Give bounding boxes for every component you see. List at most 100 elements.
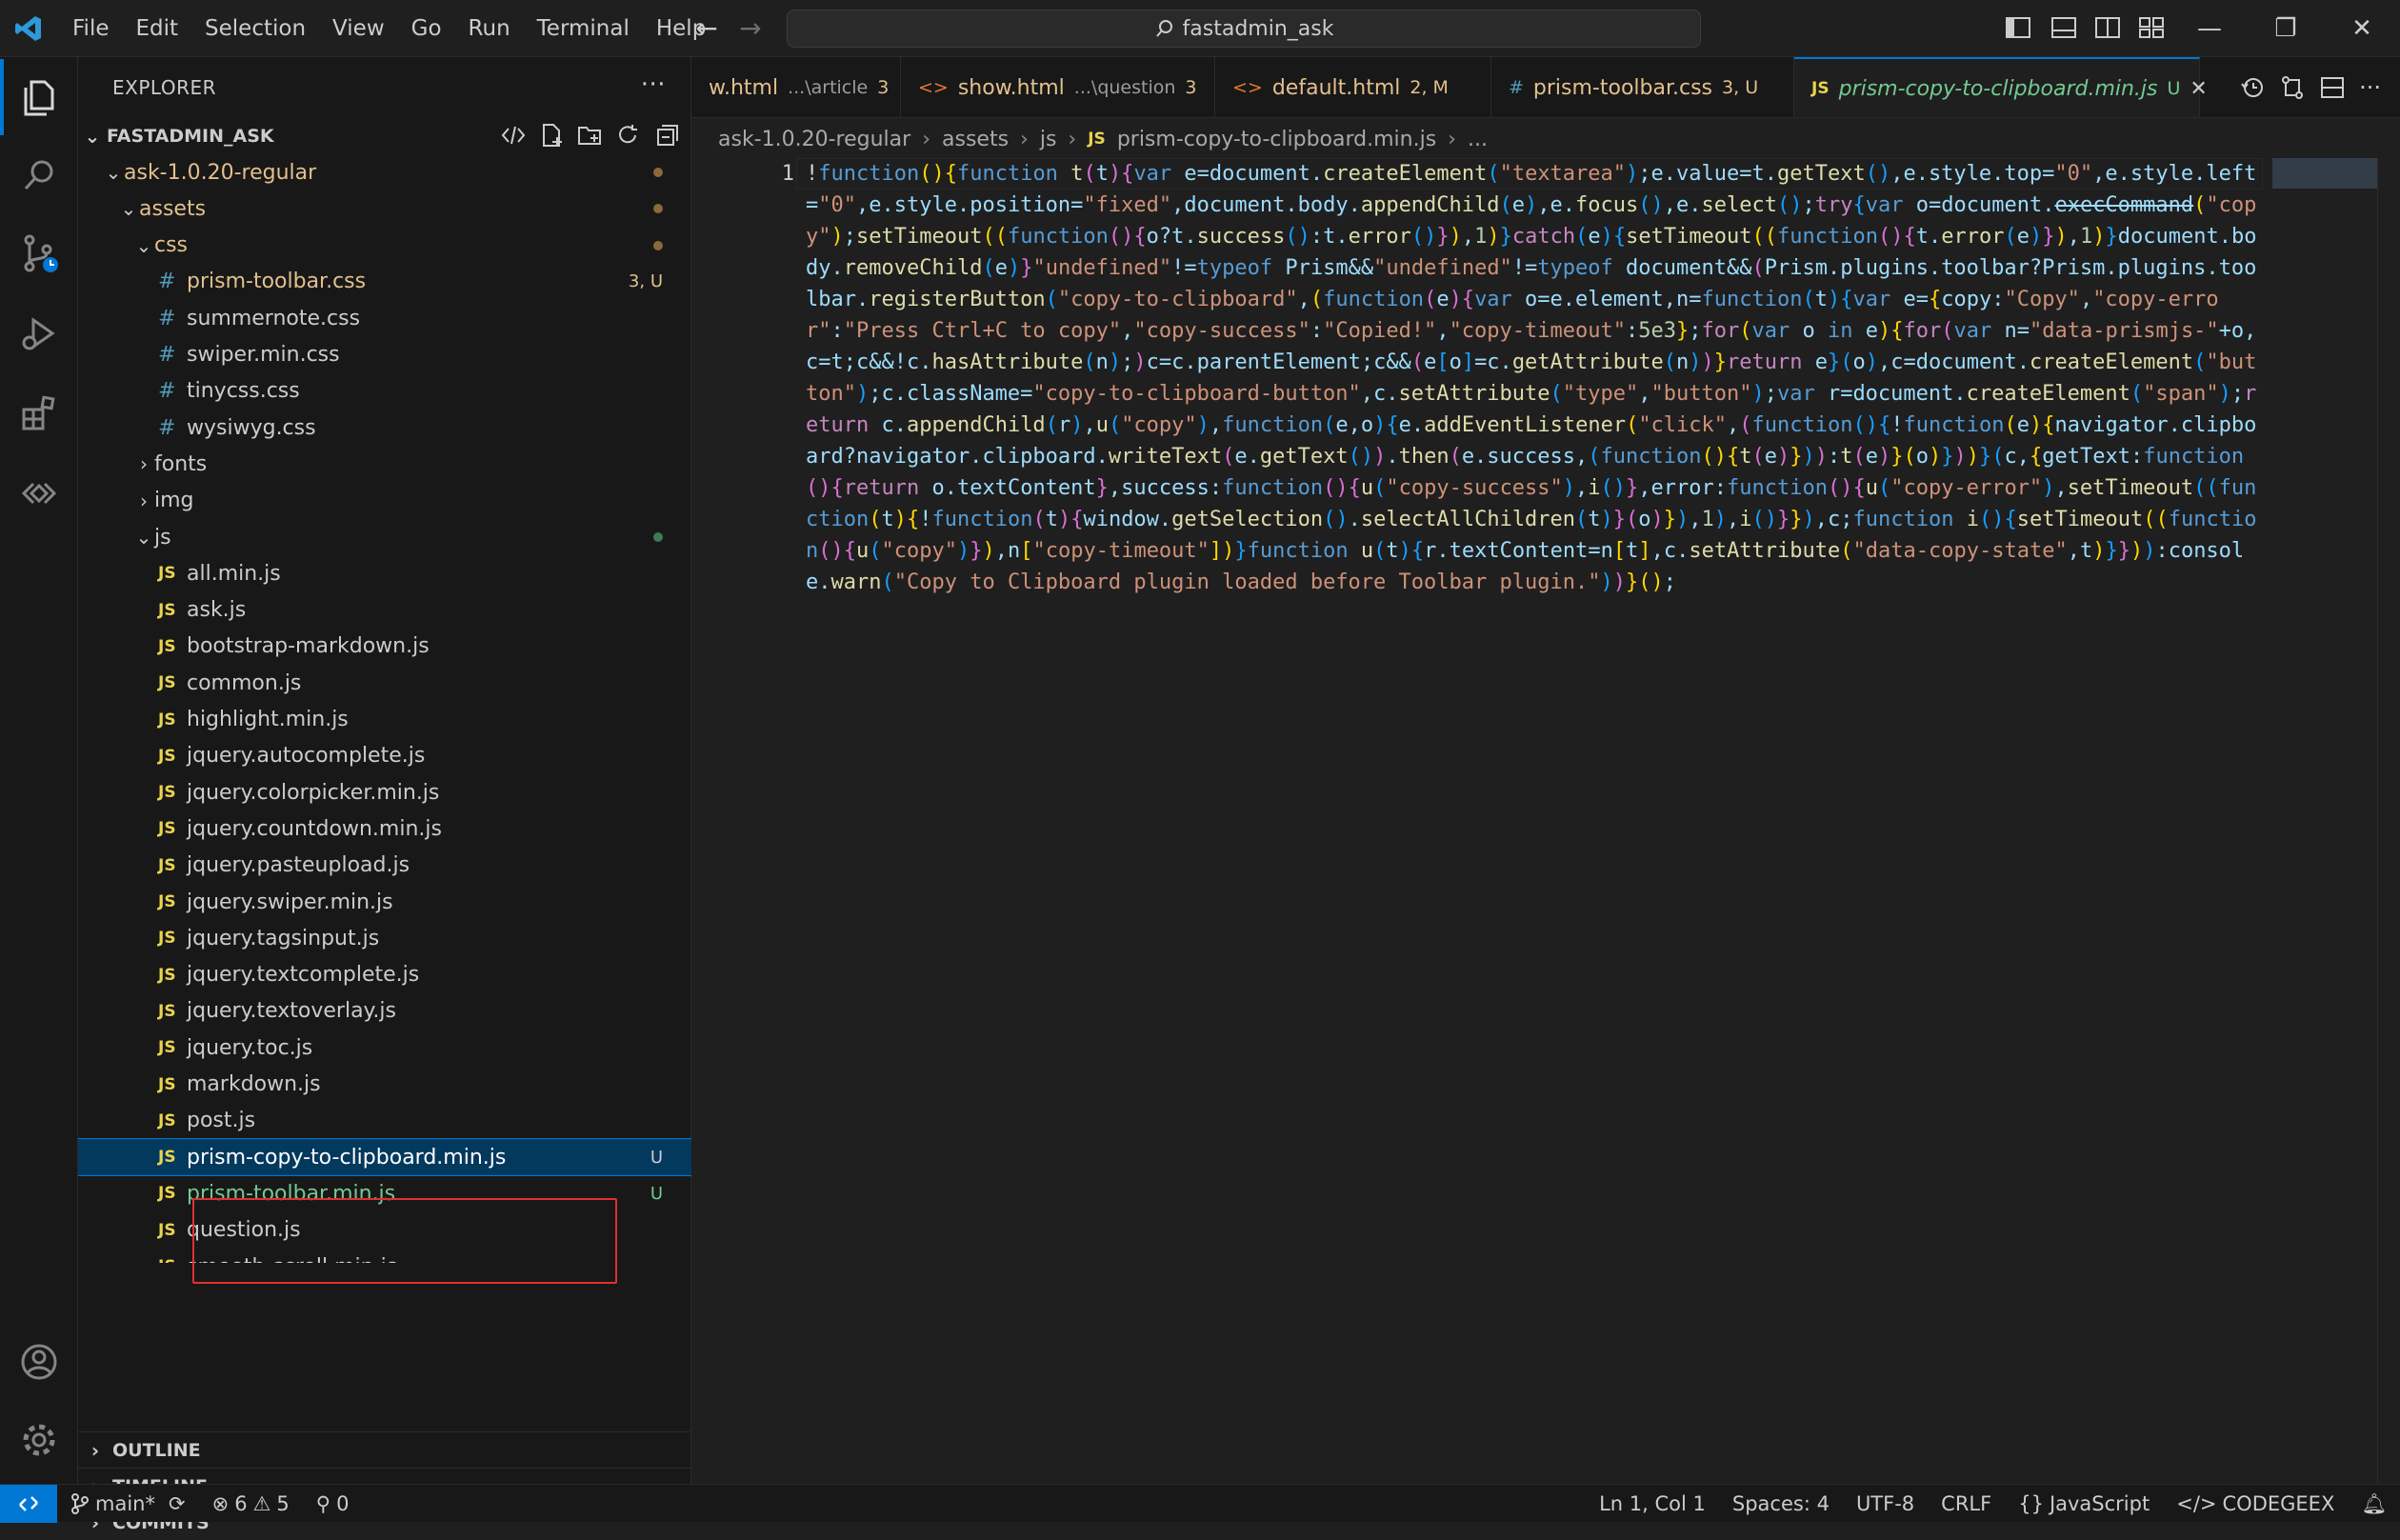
- collapse-all-icon[interactable]: [652, 122, 679, 149]
- menu-edit[interactable]: Edit: [123, 0, 192, 57]
- file-item[interactable]: JS prism-copy-to-clipboard.min.js U: [78, 1138, 691, 1177]
- remote-indicator[interactable]: [0, 1484, 57, 1523]
- branch-indicator[interactable]: main* ⟳: [57, 1492, 199, 1515]
- minimize-icon[interactable]: —: [2173, 0, 2246, 57]
- item-label: swiper.min.css: [187, 343, 340, 367]
- compare-changes-icon[interactable]: [2279, 74, 2306, 101]
- js-file-icon: JS: [158, 746, 176, 766]
- editor-scrollbar[interactable]: [2377, 158, 2400, 1484]
- codegeex-status[interactable]: </> CODEGEEX: [2163, 1492, 2348, 1515]
- notifications[interactable]: 🔔︎: [2348, 1492, 2400, 1516]
- file-item[interactable]: # tinycss.css: [78, 373, 691, 410]
- item-label: jquery.swiper.min.js: [187, 890, 393, 914]
- timeline-history-icon[interactable]: [2239, 74, 2266, 101]
- breadcrumb-item[interactable]: assets: [942, 128, 1009, 151]
- file-item[interactable]: JS jquery.countdown.min.js: [78, 810, 691, 847]
- file-item[interactable]: JS ask.js: [78, 592, 691, 629]
- file-item[interactable]: JS jquery.autocomplete.js: [78, 738, 691, 774]
- file-item[interactable]: JS highlight.min.js: [78, 702, 691, 738]
- workspace-root[interactable]: ⌄ FASTADMIN_ASK: [78, 118, 690, 154]
- menu-go[interactable]: Go: [398, 0, 455, 57]
- folder-item[interactable]: ⌄ js: [78, 519, 691, 555]
- file-item[interactable]: JS jquery.pasteupload.js: [78, 848, 691, 884]
- encoding[interactable]: UTF-8: [1843, 1492, 1928, 1515]
- more-actions-icon[interactable]: ···: [641, 70, 666, 99]
- file-item[interactable]: # swiper.min.css: [78, 337, 691, 373]
- tab-default-html[interactable]: <> default.html 2, M: [1215, 57, 1491, 117]
- file-item[interactable]: JS jquery.swiper.min.js: [78, 884, 691, 920]
- command-center[interactable]: fastadmin_ask: [787, 10, 1701, 48]
- menu-selection[interactable]: Selection: [191, 0, 319, 57]
- new-file-icon[interactable]: [538, 122, 565, 149]
- file-item[interactable]: # prism-toolbar.css 3, U: [78, 264, 691, 300]
- search-icon: [1155, 20, 1172, 37]
- tab-prism-copy-to-clipboard[interactable]: JS prism-copy-to-clipboard.min.js U ✕: [1794, 57, 2208, 117]
- restore-icon[interactable]: ❐: [2250, 0, 2322, 57]
- codegeex-icon[interactable]: [500, 122, 527, 149]
- run-debug-icon[interactable]: [0, 295, 78, 371]
- breadcrumb-item[interactable]: prism-copy-to-clipboard.min.js: [1117, 128, 1436, 151]
- breadcrumb-item[interactable]: ask-1.0.20-regular: [718, 128, 910, 151]
- line-number: 1: [781, 162, 794, 186]
- problems-indicator[interactable]: ⊗ 6 ⚠ 5: [199, 1492, 303, 1515]
- file-item[interactable]: JS jquery.colorpicker.min.js: [78, 774, 691, 810]
- file-item[interactable]: # summernote.css: [78, 300, 691, 336]
- code-editor[interactable]: 1 !function(){function t(t){var e=docume…: [691, 158, 2400, 1484]
- file-item[interactable]: JS jquery.textcomplete.js: [78, 957, 691, 993]
- menu-terminal[interactable]: Terminal: [524, 0, 643, 57]
- tab-w-html[interactable]: w.html ...\article 3: [691, 57, 901, 117]
- file-item[interactable]: JS jquery.textoverlay.js: [78, 993, 691, 1030]
- cursor-position[interactable]: Ln 1, Col 1: [1586, 1492, 1719, 1515]
- tab-show-html[interactable]: <> show.html ...\question 3: [901, 57, 1215, 117]
- toggle-sidebar-icon[interactable]: [2004, 13, 2032, 42]
- gear-icon[interactable]: [0, 1402, 78, 1478]
- toggle-secondary-sidebar-icon[interactable]: [2093, 13, 2122, 42]
- folder-item[interactable]: ⌄ ask-1.0.20-regular: [78, 154, 691, 190]
- search-icon[interactable]: [0, 137, 78, 213]
- remote-explorer-icon[interactable]: [0, 455, 78, 531]
- breadcrumb-item[interactable]: js: [1040, 128, 1057, 151]
- tab-prism-toolbar-css[interactable]: # prism-toolbar.css 3, U: [1491, 57, 1794, 117]
- file-item[interactable]: JS bootstrap-markdown.js: [78, 629, 691, 665]
- forward-arrow-icon[interactable]: →: [735, 13, 766, 44]
- minimap[interactable]: [2272, 158, 2377, 189]
- folder-item[interactable]: › img: [78, 483, 691, 519]
- more-actions-icon[interactable]: ···: [2359, 74, 2381, 101]
- file-item[interactable]: JS all.min.js: [78, 555, 691, 591]
- ports-indicator[interactable]: ⚲ 0: [303, 1492, 363, 1515]
- back-arrow-icon[interactable]: ←: [691, 13, 722, 44]
- file-item[interactable]: JS jquery.tagsinput.js: [78, 920, 691, 956]
- workspace-name: FASTADMIN_ASK: [107, 126, 274, 147]
- close-tab-icon[interactable]: ✕: [2190, 77, 2207, 101]
- new-folder-icon[interactable]: [576, 122, 603, 149]
- toggle-panel-icon[interactable]: [2050, 13, 2078, 42]
- close-window-icon[interactable]: ✕: [2326, 0, 2398, 57]
- refresh-icon[interactable]: [614, 122, 641, 149]
- outline-section[interactable]: › OUTLINE: [78, 1431, 691, 1468]
- menu-run[interactable]: Run: [455, 0, 524, 57]
- extensions-icon[interactable]: [0, 375, 78, 451]
- line-ending[interactable]: CRLF: [1928, 1492, 2005, 1515]
- indentation[interactable]: Spaces: 4: [1719, 1492, 1843, 1515]
- source-control-icon[interactable]: [0, 215, 78, 291]
- file-item[interactable]: JS markdown.js: [78, 1067, 691, 1103]
- folder-item[interactable]: ⌄ css: [78, 228, 691, 264]
- folder-item[interactable]: ⌄ assets: [78, 190, 691, 227]
- sync-icon[interactable]: ⟳: [169, 1492, 186, 1515]
- menu-view[interactable]: View: [319, 0, 398, 57]
- file-item[interactable]: JS common.js: [78, 665, 691, 701]
- accounts-icon[interactable]: [0, 1324, 78, 1400]
- code-content[interactable]: !function(){function t(t){var e=document…: [806, 158, 2263, 598]
- css-file-icon: #: [158, 379, 176, 404]
- explorer-icon[interactable]: [0, 59, 78, 135]
- file-item[interactable]: JS post.js: [78, 1103, 691, 1139]
- customize-layout-icon[interactable]: [2137, 13, 2166, 42]
- menu-file[interactable]: File: [59, 0, 123, 57]
- breadcrumb-item[interactable]: ...: [1468, 128, 1488, 151]
- split-editor-icon[interactable]: [2319, 74, 2346, 101]
- file-item[interactable]: # wysiwyg.css: [78, 410, 691, 446]
- file-item[interactable]: JS jquery.toc.js: [78, 1030, 691, 1066]
- folder-item[interactable]: › fonts: [78, 446, 691, 482]
- language-mode[interactable]: {} JavaScript: [2005, 1492, 2163, 1515]
- item-label: jquery.autocomplete.js: [187, 744, 426, 769]
